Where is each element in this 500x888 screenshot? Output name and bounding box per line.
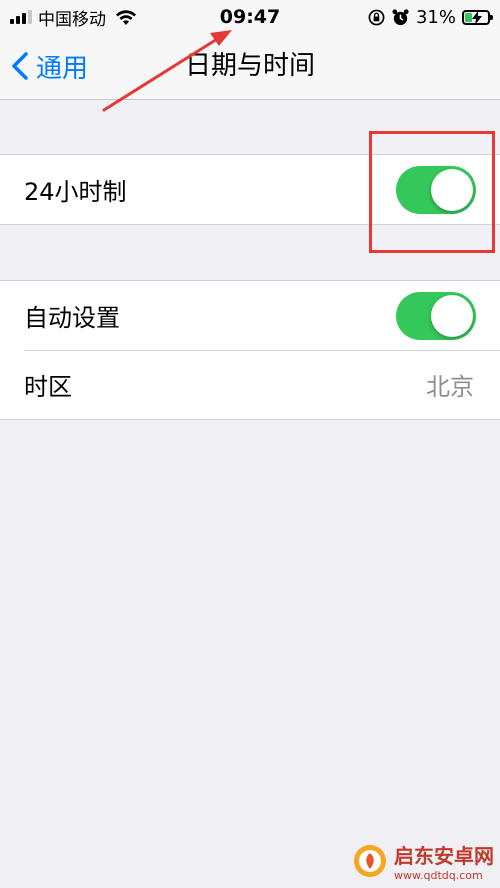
setting-row-time-zone[interactable]: 时区 北京 <box>0 350 500 419</box>
page-title: 日期与时间 <box>184 51 315 81</box>
setting-label-time-zone: 时区 <box>24 373 72 401</box>
watermark-name: 启东安卓网 <box>394 844 494 868</box>
navigation-bar: 通用 日期与时间 <box>0 34 500 100</box>
watermark: 启东安卓网 www.qdtdq.com <box>352 840 494 882</box>
setting-value-time-zone: 北京 <box>426 373 474 401</box>
status-bar: 中国移动 09:47 31% <box>0 0 500 34</box>
alarm-icon <box>392 8 409 25</box>
annotation-highlight-box <box>369 131 495 253</box>
toggle-auto-set[interactable] <box>396 292 476 340</box>
setting-label-24-hour: 24小时制 <box>24 178 127 206</box>
watermark-url: www.qdtdq.com <box>394 869 483 882</box>
watermark-logo-icon <box>354 845 386 877</box>
battery-icon <box>462 9 493 25</box>
setting-label-auto-set: 自动设置 <box>24 304 120 332</box>
setting-row-auto-set: 自动设置 <box>0 281 500 350</box>
charging-bolt-icon <box>472 10 482 25</box>
settings-group-auto: 自动设置 时区 北京 <box>0 280 500 420</box>
toggle-knob <box>431 295 473 337</box>
status-right: 31% <box>368 4 493 30</box>
battery-percent: 31% <box>415 6 456 28</box>
rotation-lock-icon <box>368 9 385 25</box>
